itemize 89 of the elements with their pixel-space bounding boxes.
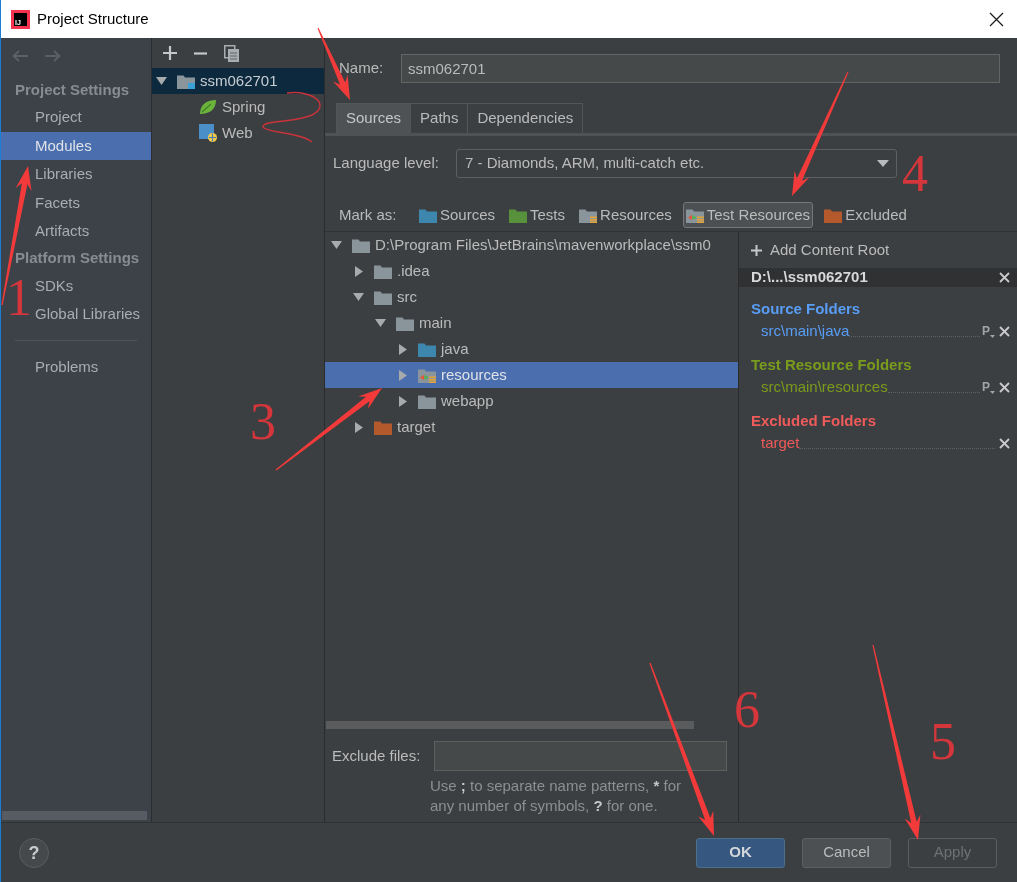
package-prefix-button[interactable]: P bbox=[982, 322, 995, 340]
plus-icon[interactable] bbox=[163, 46, 177, 60]
excluded-folder-icon bbox=[374, 419, 392, 435]
triangle-right-icon[interactable] bbox=[354, 421, 363, 433]
tab[interactable]: Dependencies bbox=[467, 103, 584, 133]
triangle-down-icon[interactable] bbox=[156, 77, 167, 85]
name-label: Name: bbox=[339, 58, 385, 79]
add-content-root-button[interactable]: Add Content Root bbox=[739, 237, 890, 263]
folder-icon bbox=[374, 263, 392, 279]
package-prefix-button[interactable]: P bbox=[982, 378, 995, 396]
triangle-right-icon[interactable] bbox=[398, 343, 407, 355]
file-tree-item[interactable]: resources bbox=[325, 362, 738, 388]
language-level-dropdown[interactable]: 7 - Diamonds, ARM, multi-catch etc. bbox=[456, 149, 897, 178]
close-icon[interactable] bbox=[989, 11, 1004, 27]
caret-down-icon bbox=[990, 391, 995, 394]
source-folder-icon bbox=[418, 341, 436, 357]
language-level-label: Language level: bbox=[333, 153, 440, 174]
folder-path: src\main\java bbox=[761, 320, 850, 341]
annotation-number: 1 bbox=[6, 272, 32, 324]
test-folder-icon bbox=[509, 207, 528, 223]
excluded-folder-icon bbox=[824, 207, 843, 223]
mark-as-button[interactable]: Excluded bbox=[821, 202, 910, 228]
name-field[interactable]: ssm062701 bbox=[401, 54, 1000, 83]
triangle-down-icon[interactable] bbox=[353, 293, 364, 301]
file-tree-item[interactable]: main bbox=[325, 310, 738, 336]
file-tree-item[interactable]: java bbox=[325, 336, 738, 362]
sidebar-item[interactable]: Problems bbox=[35, 352, 99, 381]
module-tree-item[interactable]: ssm062701 bbox=[152, 68, 324, 94]
scrollbar[interactable] bbox=[2, 811, 147, 820]
sidebar-item[interactable]: Modules bbox=[1, 131, 151, 160]
file-tree-item[interactable]: webapp bbox=[325, 388, 738, 414]
sidebar-item[interactable]: Project bbox=[35, 103, 82, 132]
section-header: Platform Settings bbox=[15, 248, 140, 269]
source-folder-icon bbox=[419, 207, 437, 223]
sidebar-item[interactable]: Artifacts bbox=[35, 217, 90, 246]
mark-as-button[interactable]: Sources bbox=[416, 202, 499, 228]
sidebar-item[interactable]: Global Libraries bbox=[35, 300, 141, 329]
folder-group-title: Source Folders bbox=[750, 299, 862, 319]
scrollbar[interactable] bbox=[326, 721, 694, 729]
triangle-right-icon[interactable] bbox=[354, 265, 363, 277]
web-module-icon bbox=[199, 124, 217, 142]
dialog-button[interactable]: Cancel bbox=[802, 837, 891, 868]
folder-icon bbox=[396, 315, 414, 331]
file-tree-item[interactable]: target bbox=[325, 414, 738, 440]
sidebar-item[interactable]: Libraries bbox=[35, 160, 93, 189]
annotation-number: 3 bbox=[250, 396, 276, 448]
section-header: Project Settings bbox=[15, 79, 130, 100]
folder-icon bbox=[418, 393, 436, 409]
module-tree-item[interactable]: Spring bbox=[152, 94, 324, 120]
exclude-files-field[interactable] bbox=[434, 741, 727, 771]
sidebar-item[interactable]: Facets bbox=[35, 188, 80, 217]
help-button[interactable]: ? bbox=[19, 837, 49, 868]
file-tree-item[interactable]: .idea bbox=[325, 258, 738, 284]
file-tree-item[interactable]: D:\Program Files\JetBrains\mavenworkplace\ssm0 bbox=[325, 232, 738, 258]
caret-down-icon bbox=[877, 160, 889, 167]
content-root-path: D:\...\ssm062701 bbox=[751, 267, 868, 288]
triangle-right-icon[interactable] bbox=[398, 395, 407, 407]
module-tree-item[interactable]: Web bbox=[152, 120, 324, 146]
module-folder-icon bbox=[177, 73, 195, 89]
folder-group-title: Excluded Folders bbox=[750, 411, 878, 431]
folder-icon bbox=[374, 289, 392, 305]
window-title: Project Structure bbox=[37, 8, 149, 29]
copy-icon[interactable] bbox=[224, 44, 239, 62]
mark-as-button[interactable]: Test Resources bbox=[682, 202, 814, 228]
sidebar-item[interactable]: SDKs bbox=[35, 271, 74, 300]
plus-icon bbox=[751, 244, 762, 256]
triangle-down-icon[interactable] bbox=[375, 319, 386, 327]
exclude-files-hint: Use ; to separate name patterns, * for any number of symbols, ? for one. bbox=[430, 776, 682, 816]
folder-path: src\main\resources bbox=[761, 376, 888, 397]
caret-down-icon bbox=[990, 335, 995, 338]
test-resource-folder-icon bbox=[418, 367, 436, 383]
folder-icon bbox=[352, 237, 370, 253]
triangle-down-icon[interactable] bbox=[331, 241, 342, 249]
file-tree-item[interactable]: src bbox=[325, 284, 738, 310]
folder-group-title: Test Resource Folders bbox=[750, 355, 913, 375]
annotation-number: 6 bbox=[734, 684, 760, 736]
folder-path: target bbox=[761, 432, 800, 453]
minus-icon[interactable] bbox=[194, 51, 207, 55]
leaf-icon bbox=[199, 99, 217, 115]
mark-as-label: Mark as: bbox=[339, 204, 398, 225]
mark-as-button[interactable]: Tests bbox=[506, 202, 569, 228]
dialog-button[interactable]: OK bbox=[696, 837, 785, 868]
resource-folder-icon bbox=[579, 207, 598, 223]
mark-as-button[interactable]: Resources bbox=[576, 202, 675, 228]
exclude-files-label: Exclude files: bbox=[332, 745, 422, 766]
test-resource-folder-icon bbox=[685, 207, 704, 223]
tab[interactable]: Sources bbox=[336, 103, 412, 133]
annotation-number: 4 bbox=[902, 148, 928, 200]
annotation-number: 5 bbox=[930, 716, 956, 768]
